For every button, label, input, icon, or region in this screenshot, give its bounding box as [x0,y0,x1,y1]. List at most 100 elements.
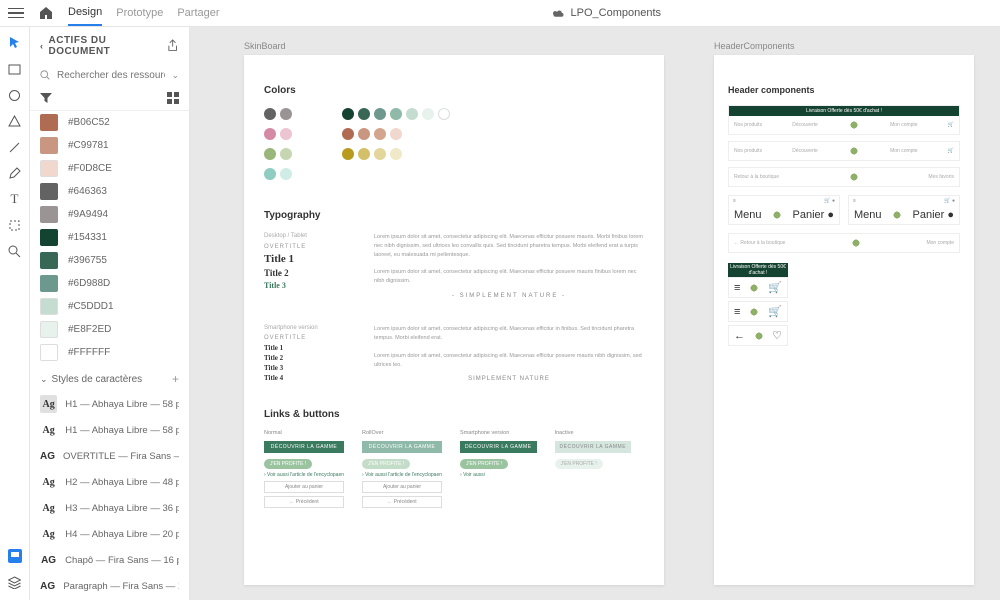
polygon-tool[interactable] [7,113,23,129]
header-variant: Nos produitsDécouverteMon compte🛒 [728,141,960,161]
color-dot [280,168,292,180]
color-dot [374,148,386,160]
tab-design[interactable]: Design [68,0,102,26]
color-dot [342,108,354,120]
color-asset[interactable]: #646363 [30,180,189,203]
logo-icon [848,171,860,183]
header-variant: Livraison Offerte dès 50€ d'achat ! Nos … [728,105,960,135]
overtitle-sample: OVERTITLE [264,244,354,250]
section-header: Header components [728,85,960,95]
char-style[interactable]: AgH2 — Abhaya Libre — 48 pt [30,469,189,495]
color-dot [358,148,370,160]
color-dot [374,108,386,120]
logo-icon [771,209,783,221]
search-input[interactable] [57,70,165,81]
tagline-sample: - SIMPLEMENT NATURE - [374,292,644,302]
button-state-col: RollOverDÉCOUVRIR LA GAMMEJ'EN PROFITE !… [362,430,442,508]
section-header: Colors [264,85,644,96]
color-asset[interactable]: #C99781 [30,134,189,157]
color-asset[interactable]: #FFFFFF [30,341,189,364]
chevron-left-icon[interactable]: ‹ [40,41,44,51]
char-style[interactable]: AGParagraph — Fira Sans — 14 pt [30,573,189,599]
logo-icon [850,237,862,249]
tab-prototype[interactable]: Prototype [116,1,163,25]
title2-sample: Title 2 [264,268,354,278]
tool-column: T [0,27,30,600]
section-header: Links & buttons [264,409,644,420]
pen-tool[interactable] [7,165,23,181]
color-asset[interactable]: #9A9494 [30,203,189,226]
color-dot [342,148,354,160]
typo-sublabel: Smartphone version [264,325,354,331]
rectangle-tool[interactable] [7,61,23,77]
chevron-down-icon[interactable]: ⌄ [40,374,48,385]
logo-icon [848,145,860,157]
color-asset[interactable]: #B06C52 [30,111,189,134]
text-tool[interactable]: T [7,191,23,207]
ellipse-tool[interactable] [7,87,23,103]
logo-icon [848,119,860,131]
color-dot [264,128,276,140]
cloud-icon [551,9,565,18]
hamburger-menu[interactable] [8,5,24,21]
assets-title: ACTIFS DU DOCUMENT [49,35,166,57]
grid-view-icon[interactable] [167,92,179,104]
home-icon[interactable] [38,5,54,21]
color-dot [280,148,292,160]
color-dot [264,168,276,180]
color-dot [390,128,402,140]
char-style[interactable]: AgH1 — Abhaya Libre — 58 pt [30,417,189,443]
color-dot [264,148,276,160]
color-asset[interactable]: #E8F2ED [30,318,189,341]
title-sample: Title 4 [264,374,354,382]
logo-icon [891,209,903,221]
artboard-title[interactable]: HeaderComponents [714,41,974,51]
layers-icon[interactable] [7,574,23,590]
tab-share[interactable]: Partager [177,1,219,25]
header-variant: ← Retour à la boutiqueMon compte [728,233,960,253]
search-icon [40,70,51,81]
section-header: Typography [264,210,644,221]
artboard-skinboard[interactable]: Colors Typography Desktop / Tablet OVERT… [244,55,664,585]
artboard-tool[interactable] [7,217,23,233]
header-mobile-variant: ≡🛒 ● MenuPanier ● [728,195,840,225]
color-asset[interactable]: #6D988D [30,272,189,295]
color-dot [264,108,276,120]
zoom-tool[interactable] [7,243,23,259]
char-style[interactable]: AgH1 — Abhaya Libre — 58 pt [30,391,189,417]
char-style[interactable]: AgH4 — Abhaya Libre — 20 pt [30,521,189,547]
color-dot [422,108,434,120]
overtitle-sample: OVERTITLE [264,335,354,341]
button-state-col: Smartphone versionDÉCOUVRIR LA GAMMEJ'EN… [460,430,537,508]
title3-sample: Title 3 [264,281,354,290]
share-icon[interactable] [166,39,179,52]
top-bar: Design Prototype Partager LPO_Components [0,0,1000,27]
tagline-sample: SIMPLEMENT NATURE [374,375,644,385]
chevron-down-icon[interactable]: ⌄ [171,70,179,81]
filter-icon[interactable] [40,93,52,103]
lorem-text: Lorem ipsum dolor sit amet, consectetur … [374,233,644,307]
color-dot [358,108,370,120]
char-style[interactable]: AGOVERTITLE — Fira Sans — 18 pt [30,443,189,469]
header-sticky-variant: Livraison Offerte dès 50€ d'achat ! ≡🛒 ≡… [728,263,788,346]
libraries-icon[interactable] [7,548,23,564]
color-asset[interactable]: #154331 [30,226,189,249]
artboard-header-components[interactable]: Header components Livraison Offerte dès … [714,55,974,585]
document-title[interactable]: LPO_Components [571,7,662,19]
color-asset[interactable]: #C5DDD1 [30,295,189,318]
add-style-button[interactable]: + [172,372,179,386]
line-tool[interactable] [7,139,23,155]
color-asset[interactable]: #F0D8CE [30,157,189,180]
canvas[interactable]: SkinBoard Colors Typography Desktop / Ta… [190,27,1000,600]
color-dot [390,108,402,120]
select-tool[interactable] [7,35,23,51]
color-asset[interactable]: #396755 [30,249,189,272]
char-style[interactable]: AgH3 — Abhaya Libre — 36 pt [30,495,189,521]
header-mobile-variant: ≡🛒 ● MenuPanier ● [848,195,960,225]
color-dot [390,148,402,160]
char-style[interactable]: AGChapô — Fira Sans — 16 pt [30,547,189,573]
color-dot [342,128,354,140]
color-dot [374,128,386,140]
artboard-title[interactable]: SkinBoard [244,41,664,51]
title-sample: Title 3 [264,364,354,372]
